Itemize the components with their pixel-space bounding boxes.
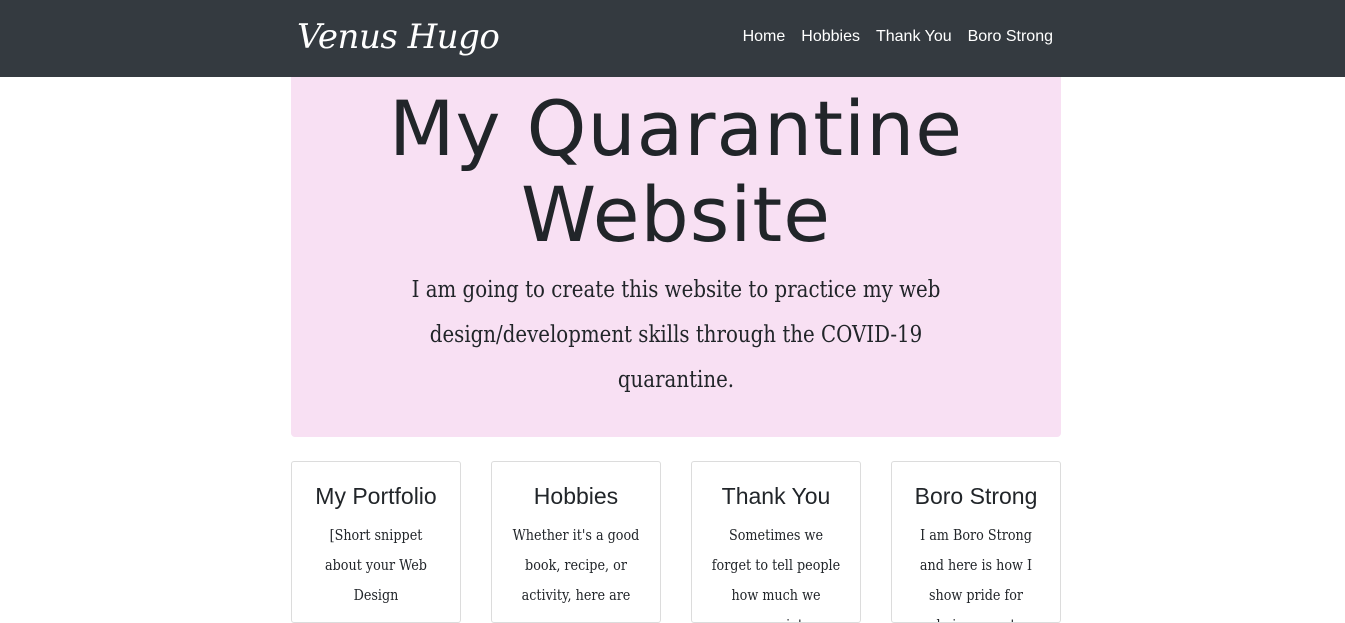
- nav-links: Home Hobbies Thank You Boro Strong: [735, 0, 1053, 74]
- card-text: [Short snippet about your Web Design: [325, 528, 427, 604]
- nav-link-boro-strong[interactable]: Boro Strong: [960, 28, 1053, 46]
- nav-link-home[interactable]: Home: [735, 28, 794, 46]
- hero-title-line-2: Website: [521, 170, 831, 259]
- nav-link-hobbies[interactable]: Hobbies: [793, 28, 868, 46]
- card-text: Sometimes we forget to tell people how m…: [711, 528, 841, 622]
- card-portfolio[interactable]: My Portfolio [Short snippet about your W…: [291, 461, 461, 623]
- nav-link-thank-you[interactable]: Thank You: [868, 28, 960, 46]
- card-thank-you[interactable]: Thank You Sometimes we forget to tell pe…: [691, 461, 861, 623]
- navbar: Venus Hugo Home Hobbies Thank You Boro S…: [0, 0, 1345, 77]
- card-title: Boro Strong: [914, 483, 1038, 509]
- card-title: My Portfolio: [315, 483, 437, 509]
- hero-title: My Quarantine Website: [291, 86, 1061, 258]
- hero-description: I am going to create this website to pra…: [411, 277, 941, 393]
- card-text: I am Boro Strong and here is how I show …: [919, 528, 1033, 622]
- hero-title-line-1: My Quarantine: [388, 84, 964, 173]
- card-hobbies[interactable]: Hobbies Whether it's a good book, recipe…: [491, 461, 661, 623]
- card-boro-strong[interactable]: Boro Strong I am Boro Strong and here is…: [891, 461, 1061, 623]
- hero-jumbotron: My Quarantine Website I am going to crea…: [291, 60, 1061, 437]
- card-title: Thank You: [721, 483, 831, 509]
- card-title: Hobbies: [533, 483, 619, 509]
- card-text: Whether it's a good book, recipe, or act…: [512, 528, 640, 604]
- brand-logo[interactable]: Venus Hugo: [297, 14, 500, 60]
